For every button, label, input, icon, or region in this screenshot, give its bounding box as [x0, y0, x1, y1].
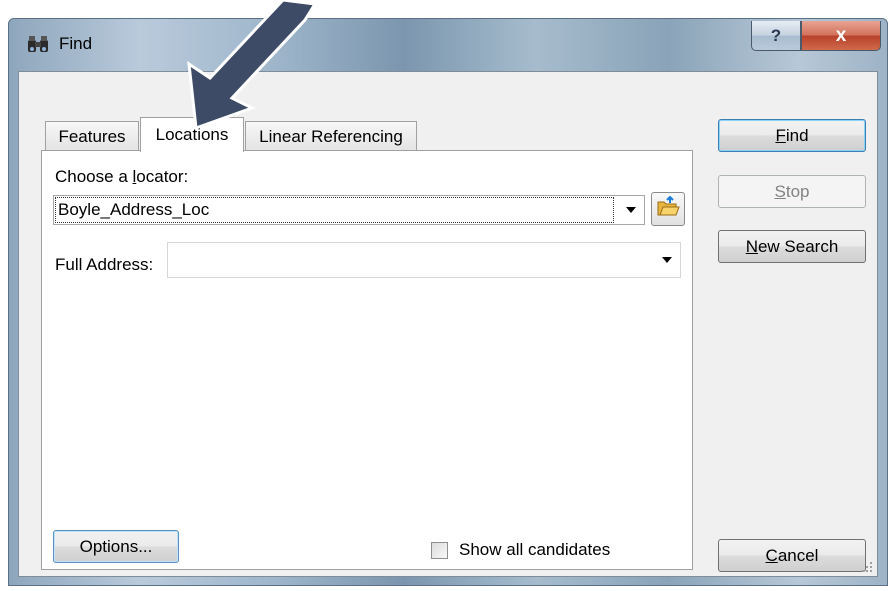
show-all-candidates-label: Show all candidates	[459, 540, 611, 559]
binoculars-icon	[27, 35, 49, 53]
window-title: Find	[59, 34, 93, 53]
tab-features[interactable]: Features	[45, 121, 139, 151]
locator-value: Boyle_Address_Loc	[55, 197, 614, 223]
options-button[interactable]: Options...	[53, 530, 179, 563]
resize-grip-icon[interactable]	[861, 560, 873, 572]
chevron-down-icon	[626, 207, 636, 213]
close-button[interactable]: x	[801, 21, 881, 51]
chevron-down-icon	[662, 257, 672, 263]
dialog-body: Features Locations Linear Referencing Ch…	[18, 71, 878, 577]
full-address-input[interactable]	[167, 242, 681, 278]
locator-dropdown[interactable]: Boyle_Address_Loc	[53, 195, 645, 225]
stop-button[interactable]: Stop	[718, 175, 866, 208]
tab-locations[interactable]: Locations	[140, 117, 244, 152]
tab-linear-referencing[interactable]: Linear Referencing	[245, 121, 417, 151]
cancel-button[interactable]: Cancel	[718, 539, 866, 572]
title-bar[interactable]: Find ? x	[9, 19, 887, 71]
show-all-candidates-checkbox[interactable]	[431, 542, 448, 559]
choose-locator-label: Choose a locator:	[55, 167, 189, 186]
find-button[interactable]: Find	[718, 119, 866, 152]
find-dialog: Find ? x Features Locations Linear Refer…	[8, 18, 888, 586]
help-button[interactable]: ?	[751, 21, 801, 51]
folder-open-icon	[656, 195, 680, 223]
browse-locator-button[interactable]	[651, 192, 685, 226]
full-address-label: Full Address:	[55, 255, 154, 274]
new-search-button[interactable]: New Search	[718, 230, 866, 263]
